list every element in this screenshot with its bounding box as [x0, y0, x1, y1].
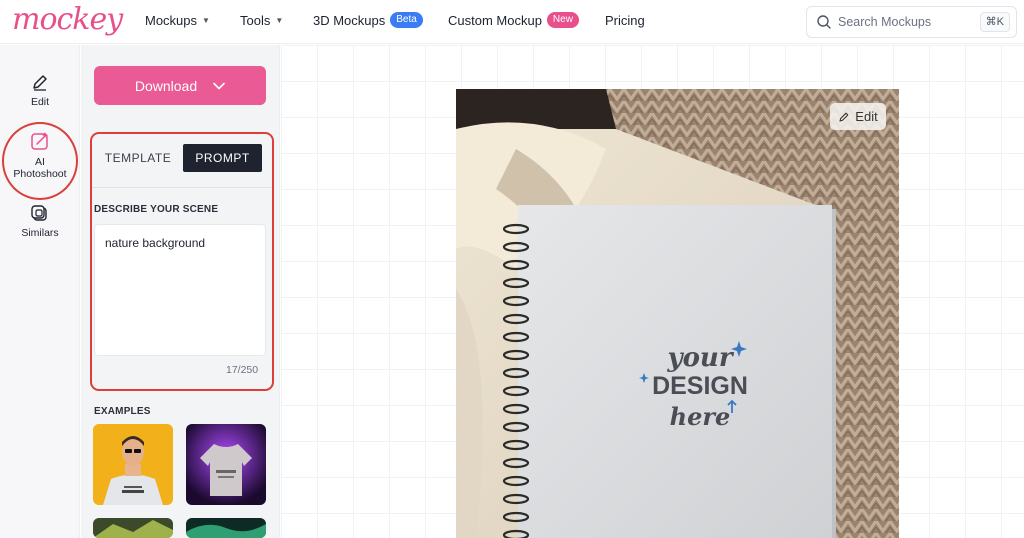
rail-item-edit[interactable]: Edit: [0, 72, 80, 108]
example-image-green: [93, 518, 173, 538]
chevron-down-icon: [213, 82, 225, 89]
left-tool-rail: [0, 45, 80, 538]
example-thumbnail[interactable]: [186, 424, 266, 505]
example-thumbnail[interactable]: [93, 424, 173, 505]
mode-tabs: TEMPLATE PROMPT: [94, 141, 268, 175]
chevron-down-icon: ▼: [202, 16, 210, 25]
nav-pricing-label: Pricing: [605, 13, 645, 28]
search-input[interactable]: Search Mockups ⌘K: [806, 6, 1017, 38]
nav-tools-label: Tools: [240, 13, 271, 28]
example-image-yellow-tshirt: [93, 424, 173, 505]
character-counter: 17/250: [226, 364, 259, 376]
example-thumbnail[interactable]: [186, 518, 266, 538]
search-shortcut-key: ⌘K: [979, 12, 1010, 32]
new-badge: New: [546, 12, 579, 28]
example-thumbnail[interactable]: [93, 518, 173, 538]
tab-template[interactable]: TEMPLATE: [98, 144, 178, 172]
nav-mockups[interactable]: Mockups ▼: [145, 13, 210, 28]
design-text-here: here: [670, 402, 731, 431]
nav-mockups-label: Mockups: [145, 13, 198, 28]
search-icon: [817, 15, 831, 29]
mockup-image: your DESIGN here: [456, 89, 899, 538]
example-image-purple-tshirt: [186, 424, 266, 505]
scene-prompt-textarea[interactable]: nature background: [94, 224, 266, 356]
tab-prompt[interactable]: PROMPT: [183, 144, 262, 172]
nav-3d-mockups[interactable]: 3D Mockups Beta: [313, 12, 423, 28]
download-label: Download: [134, 77, 198, 94]
chevron-down-icon: ▼: [275, 16, 284, 25]
edit-design-label: Edit: [855, 109, 878, 124]
design-text-design: DESIGN: [652, 372, 748, 400]
nav-tools[interactable]: Tools ▼: [240, 13, 283, 28]
mockey-logo[interactable]: mockey: [12, 2, 123, 37]
top-navigation-bar: mockey Mockups ▼ Tools ▼ 3D Mockups Beta…: [0, 0, 1024, 44]
rail-item-edit-label: Edit: [30, 96, 50, 108]
beta-badge: Beta: [390, 12, 423, 28]
highlight-ring-ai-photoshoot: [2, 122, 78, 200]
edit-design-button[interactable]: Edit: [830, 103, 886, 130]
design-text-your: your: [666, 343, 734, 373]
example-image-aurora: [186, 518, 266, 538]
examples-label: EXAMPLES: [94, 406, 151, 417]
download-button[interactable]: Download: [94, 66, 266, 105]
similars-icon: [31, 205, 47, 221]
search-placeholder: Search Mockups: [838, 15, 932, 29]
rail-item-similars-label: Similars: [21, 227, 59, 239]
pencil-icon: [33, 75, 47, 91]
nav-3d-mockups-label: 3D Mockups: [313, 12, 386, 28]
nav-custom-mockup-label: Custom Mockup: [448, 12, 542, 28]
pencil-icon: [839, 112, 849, 122]
rail-item-similars[interactable]: Similars: [0, 203, 80, 239]
describe-scene-label: DESCRIBE YOUR SCENE: [94, 204, 219, 215]
nav-pricing[interactable]: Pricing: [605, 13, 645, 28]
tabs-divider: [92, 187, 272, 188]
notebook-mockup-preview[interactable]: your DESIGN here: [456, 89, 899, 538]
nav-custom-mockup[interactable]: Custom Mockup New: [448, 12, 579, 28]
